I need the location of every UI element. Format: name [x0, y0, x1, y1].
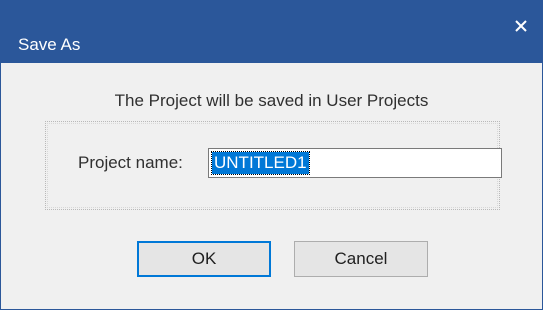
- close-button[interactable]: [498, 8, 543, 44]
- close-icon: [515, 20, 527, 32]
- project-name-group: Project name: UNTITLED1: [45, 121, 502, 210]
- ok-button[interactable]: OK: [137, 241, 271, 277]
- project-name-input[interactable]: UNTITLED1: [208, 148, 502, 178]
- project-name-value: UNTITLED1: [211, 151, 310, 175]
- save-as-dialog: Save As The Project will be saved in Use…: [0, 0, 543, 310]
- project-name-label: Project name:: [78, 153, 183, 172]
- window-title: Save As: [18, 35, 81, 54]
- title-bar[interactable]: Save As: [1, 0, 543, 63]
- dialog-body: The Project will be saved in User Projec…: [1, 63, 542, 309]
- save-location-message: The Project will be saved in User Projec…: [114, 91, 429, 110]
- cancel-button[interactable]: Cancel: [294, 241, 428, 277]
